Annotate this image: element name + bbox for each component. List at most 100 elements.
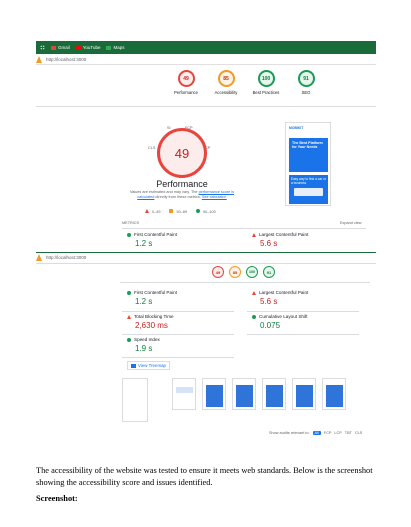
gauge-accessibility-small[interactable]: 85 [229, 266, 241, 278]
gauge-label: Best Practices [252, 90, 280, 95]
report-url[interactable]: http://localhost:3000 [46, 57, 86, 62]
preview-heading: The Best Platform for Your Needs [292, 141, 323, 150]
preview-brand: MOBIKIT [289, 126, 304, 130]
legend-average: 50–89 [169, 209, 187, 214]
filmstrip-frame[interactable] [172, 378, 196, 410]
filter-fcp[interactable]: FCP [324, 431, 332, 435]
divider [36, 64, 376, 65]
bookmark-maps[interactable]: Maps [106, 45, 124, 50]
gauge-accessibility[interactable]: 85 Accessibility [206, 70, 246, 95]
car-image [294, 188, 323, 196]
bookmark-youtube[interactable]: YouTube [75, 45, 100, 50]
metric-fcp-2: First Contentful Paint 1.2 s [127, 290, 177, 306]
circle-icon [252, 314, 256, 319]
bookmarks-bar: Gmail YouTube Maps [36, 41, 376, 54]
document-paragraph: The accessibility of the website was tes… [36, 466, 373, 487]
report-url-row: http://localhost:3000 [36, 55, 86, 64]
legend-good: 90–100 [196, 209, 216, 214]
circle-icon [127, 337, 131, 342]
score-legend: 0–49 50–89 90–100 [145, 209, 216, 214]
metric-tbt: Total Blocking Time 2,630 ms [127, 314, 174, 330]
square-icon [169, 209, 174, 213]
see-calculator-link[interactable]: See calculator. [202, 195, 227, 199]
metric-value: 1.2 s [135, 297, 153, 306]
audit-filter-bar: Show audits relevant to: All FCP LCP TBT… [269, 431, 363, 435]
divider [122, 311, 234, 312]
performance-gauge-area: SI FCP LCP TBT CLS 49 [146, 122, 218, 184]
preview-card: Easy way to find a car or a business [289, 175, 328, 204]
filmstrip-frame[interactable] [202, 378, 226, 410]
gauge-seo-small[interactable]: 91 [263, 266, 275, 278]
divider [36, 252, 376, 253]
gauge-label: Performance [174, 90, 198, 95]
document-heading: Screenshot: [36, 494, 78, 503]
lighthouse-icon [36, 254, 42, 261]
filmstrip-frame [154, 378, 166, 410]
divider [36, 263, 376, 264]
triangle-icon [252, 232, 256, 237]
metric-cls: Cumulative Layout Shift 0.075 [252, 314, 308, 330]
metric-value: 1.2 s [135, 239, 153, 248]
bookmark-gmail[interactable]: Gmail [51, 45, 70, 50]
metric-fcp: First Contentful Paint 1.2 s [127, 232, 177, 248]
preview-hero: The Best Platform for Your Needs [289, 138, 328, 172]
divider [122, 334, 234, 335]
treemap-icon [131, 363, 136, 368]
metric-lcp-2: Largest Contentful Paint 5.6 s [252, 290, 308, 306]
triangle-icon [252, 290, 256, 295]
filmstrip-frame[interactable] [232, 378, 256, 410]
preview-subheading: Easy way to find a car or a business [291, 177, 326, 185]
gauge-best-practices-small[interactable]: 100 [246, 266, 258, 278]
filmstrip-frame[interactable] [122, 378, 148, 422]
gauge-score: 100 [257, 70, 275, 87]
view-treemap-button[interactable]: View Treemap [127, 361, 170, 370]
divider [122, 228, 366, 229]
metrics-title: METRICS [122, 221, 140, 225]
sticky-score-gauges: 49 85 100 91 [212, 266, 275, 278]
filter-lcp[interactable]: LCP [334, 431, 341, 435]
divider [36, 106, 376, 107]
gauge-seo[interactable]: 91 SEO [286, 70, 326, 95]
metric-value: 5.6 s [260, 297, 278, 306]
metric-speed-index: Speed Index 1.9 s [127, 337, 160, 353]
triangle-icon [127, 314, 131, 319]
apps-grid-icon[interactable] [40, 45, 45, 50]
gmail-icon [51, 45, 56, 50]
filmstrip-frame[interactable] [262, 378, 286, 410]
metric-value: 1.9 s [135, 344, 153, 353]
divider [247, 311, 359, 312]
circle-icon [196, 209, 201, 213]
performance-title: Performance [156, 179, 208, 189]
circle-icon [127, 232, 131, 237]
gauge-performance-small[interactable]: 49 [212, 266, 224, 278]
divider [120, 282, 370, 283]
filter-tbt[interactable]: TBT [345, 431, 352, 435]
legend-poor: 0–49 [145, 209, 160, 214]
triangle-icon [145, 209, 149, 213]
report-url[interactable]: http://localhost:3000 [46, 255, 86, 260]
metric-value: 5.6 s [260, 239, 278, 248]
circle-icon [127, 290, 131, 295]
expand-view-link[interactable]: Expand view [340, 221, 362, 225]
gauge-label: SEO [301, 90, 311, 95]
gauge-label: Accessibility [214, 90, 238, 95]
filmstrip-frame[interactable] [292, 378, 316, 410]
performance-description: Values are estimated and may vary. The p… [129, 190, 235, 200]
performance-score-gauge: 49 [157, 128, 207, 178]
metric-value: 0.075 [260, 321, 281, 330]
gauge-score: 49 [177, 70, 195, 87]
filter-cls[interactable]: CLS [355, 431, 362, 435]
divider [247, 334, 359, 335]
filmstrip [122, 378, 372, 428]
gauge-best-practices[interactable]: 100 Best Practices [246, 70, 286, 95]
report-url-row-2: http://localhost:3000 [36, 253, 86, 262]
page-preview: MOBIKIT The Best Platform for Your Needs… [285, 122, 331, 206]
score-gauges: 49 Performance 85 Accessibility 100 Best… [166, 70, 326, 95]
gauge-score: 91 [297, 70, 315, 87]
gauge-performance[interactable]: 49 Performance [166, 70, 206, 95]
metric-lcp: Largest Contentful Paint 5.6 s [252, 232, 308, 248]
filmstrip-frame[interactable] [322, 378, 346, 410]
segment-cls: CLS [148, 146, 156, 150]
divider [122, 357, 234, 358]
filter-all[interactable]: All [312, 431, 321, 435]
